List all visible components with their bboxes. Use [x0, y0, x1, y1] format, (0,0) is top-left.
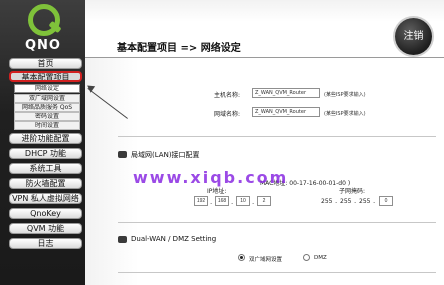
dual-wan-section-title: Dual-WAN / DMZ Setting [131, 235, 217, 243]
section-divider [118, 136, 436, 137]
sidebar-item-vpn[interactable]: VPN 私人虚拟网络 [9, 193, 82, 204]
radio-dmz[interactable] [303, 254, 310, 261]
sidebar-item-dhcp[interactable]: DHCP 功能 [9, 148, 82, 159]
sidebar-item-log[interactable]: 日志 [9, 238, 82, 249]
host-name-hint: (某些ISP要求输入) [324, 92, 366, 98]
logout-button[interactable]: 注销 [395, 18, 432, 55]
dual-wan-section-icon [118, 236, 127, 243]
domain-name-label: 网域名称: [214, 111, 241, 118]
subnet-mask-label: 子网掩码: [339, 188, 366, 195]
mask-octet-1: 255 [321, 198, 333, 205]
ip-octet-2[interactable] [215, 196, 229, 206]
sidebar-item-qvm[interactable]: QVM 功能 [9, 223, 82, 234]
mask-dot: . [335, 197, 338, 205]
sidebar-item-home[interactable]: 首页 [9, 58, 82, 69]
subitem-time[interactable]: 时间设置 [14, 121, 80, 130]
ip-dot: . [231, 198, 234, 206]
mask-dot: . [354, 197, 357, 205]
logo-text: QNO [25, 38, 61, 53]
radio-dual-wan[interactable] [238, 254, 245, 261]
ip-octet-3[interactable] [236, 196, 250, 206]
ip-address-label: IP地址: [207, 188, 227, 195]
header: 基本配置项目 => 网络设定 注销 [85, 0, 444, 60]
lan-section-title: 局域网(LAN)接口配置 [131, 151, 200, 159]
section-divider [118, 222, 436, 223]
ip-octet-1[interactable] [194, 196, 208, 206]
watermark-text: www.xiqb.com [133, 168, 289, 187]
mask-dot: . [373, 197, 376, 205]
mask-octet-4-input[interactable] [379, 196, 393, 206]
qno-logo: QNO [14, 4, 72, 54]
domain-name-hint: (某些ISP要求输入) [324, 111, 366, 117]
sidebar-item-advanced[interactable]: 进阶功能配置 [9, 133, 82, 144]
subitem-qos[interactable]: 网络品质服务 QoS [14, 103, 80, 112]
sidebar: QNO 首页 基本配置项目 网络设定 双广域网设置 网络品质服务 QoS 密码设… [0, 0, 85, 285]
sidebar-item-system-tools[interactable]: 系统工具 [9, 163, 82, 174]
mask-octet-2: 255 [340, 198, 352, 205]
page-title: 基本配置项目 => 网络设定 [117, 43, 241, 54]
subitem-network-settings[interactable]: 网络设定 [14, 84, 80, 93]
sidebar-item-qnokey[interactable]: QnoKey [9, 208, 82, 219]
ip-dot: . [210, 198, 213, 206]
domain-name-input[interactable] [252, 107, 320, 117]
mask-octet-3: 255 [359, 198, 371, 205]
radio-dmz-label: DMZ [314, 255, 327, 261]
subitem-dual-wan[interactable]: 双广域网设置 [14, 94, 80, 103]
radio-dual-wan-label: 双广域网设置 [249, 257, 283, 263]
lan-section-icon [118, 151, 127, 158]
sidebar-item-firewall[interactable]: 防火墙配置 [9, 178, 82, 189]
subitem-password[interactable]: 密码设置 [14, 112, 80, 121]
ip-octet-4[interactable] [257, 196, 271, 206]
sidebar-item-basic-config[interactable]: 基本配置项目 [9, 71, 82, 82]
host-name-label: 主机名称: [214, 92, 241, 99]
header-topbar [85, 0, 444, 22]
section-divider [118, 272, 436, 273]
host-name-input[interactable] [252, 88, 320, 98]
ip-dot: . [252, 198, 255, 206]
